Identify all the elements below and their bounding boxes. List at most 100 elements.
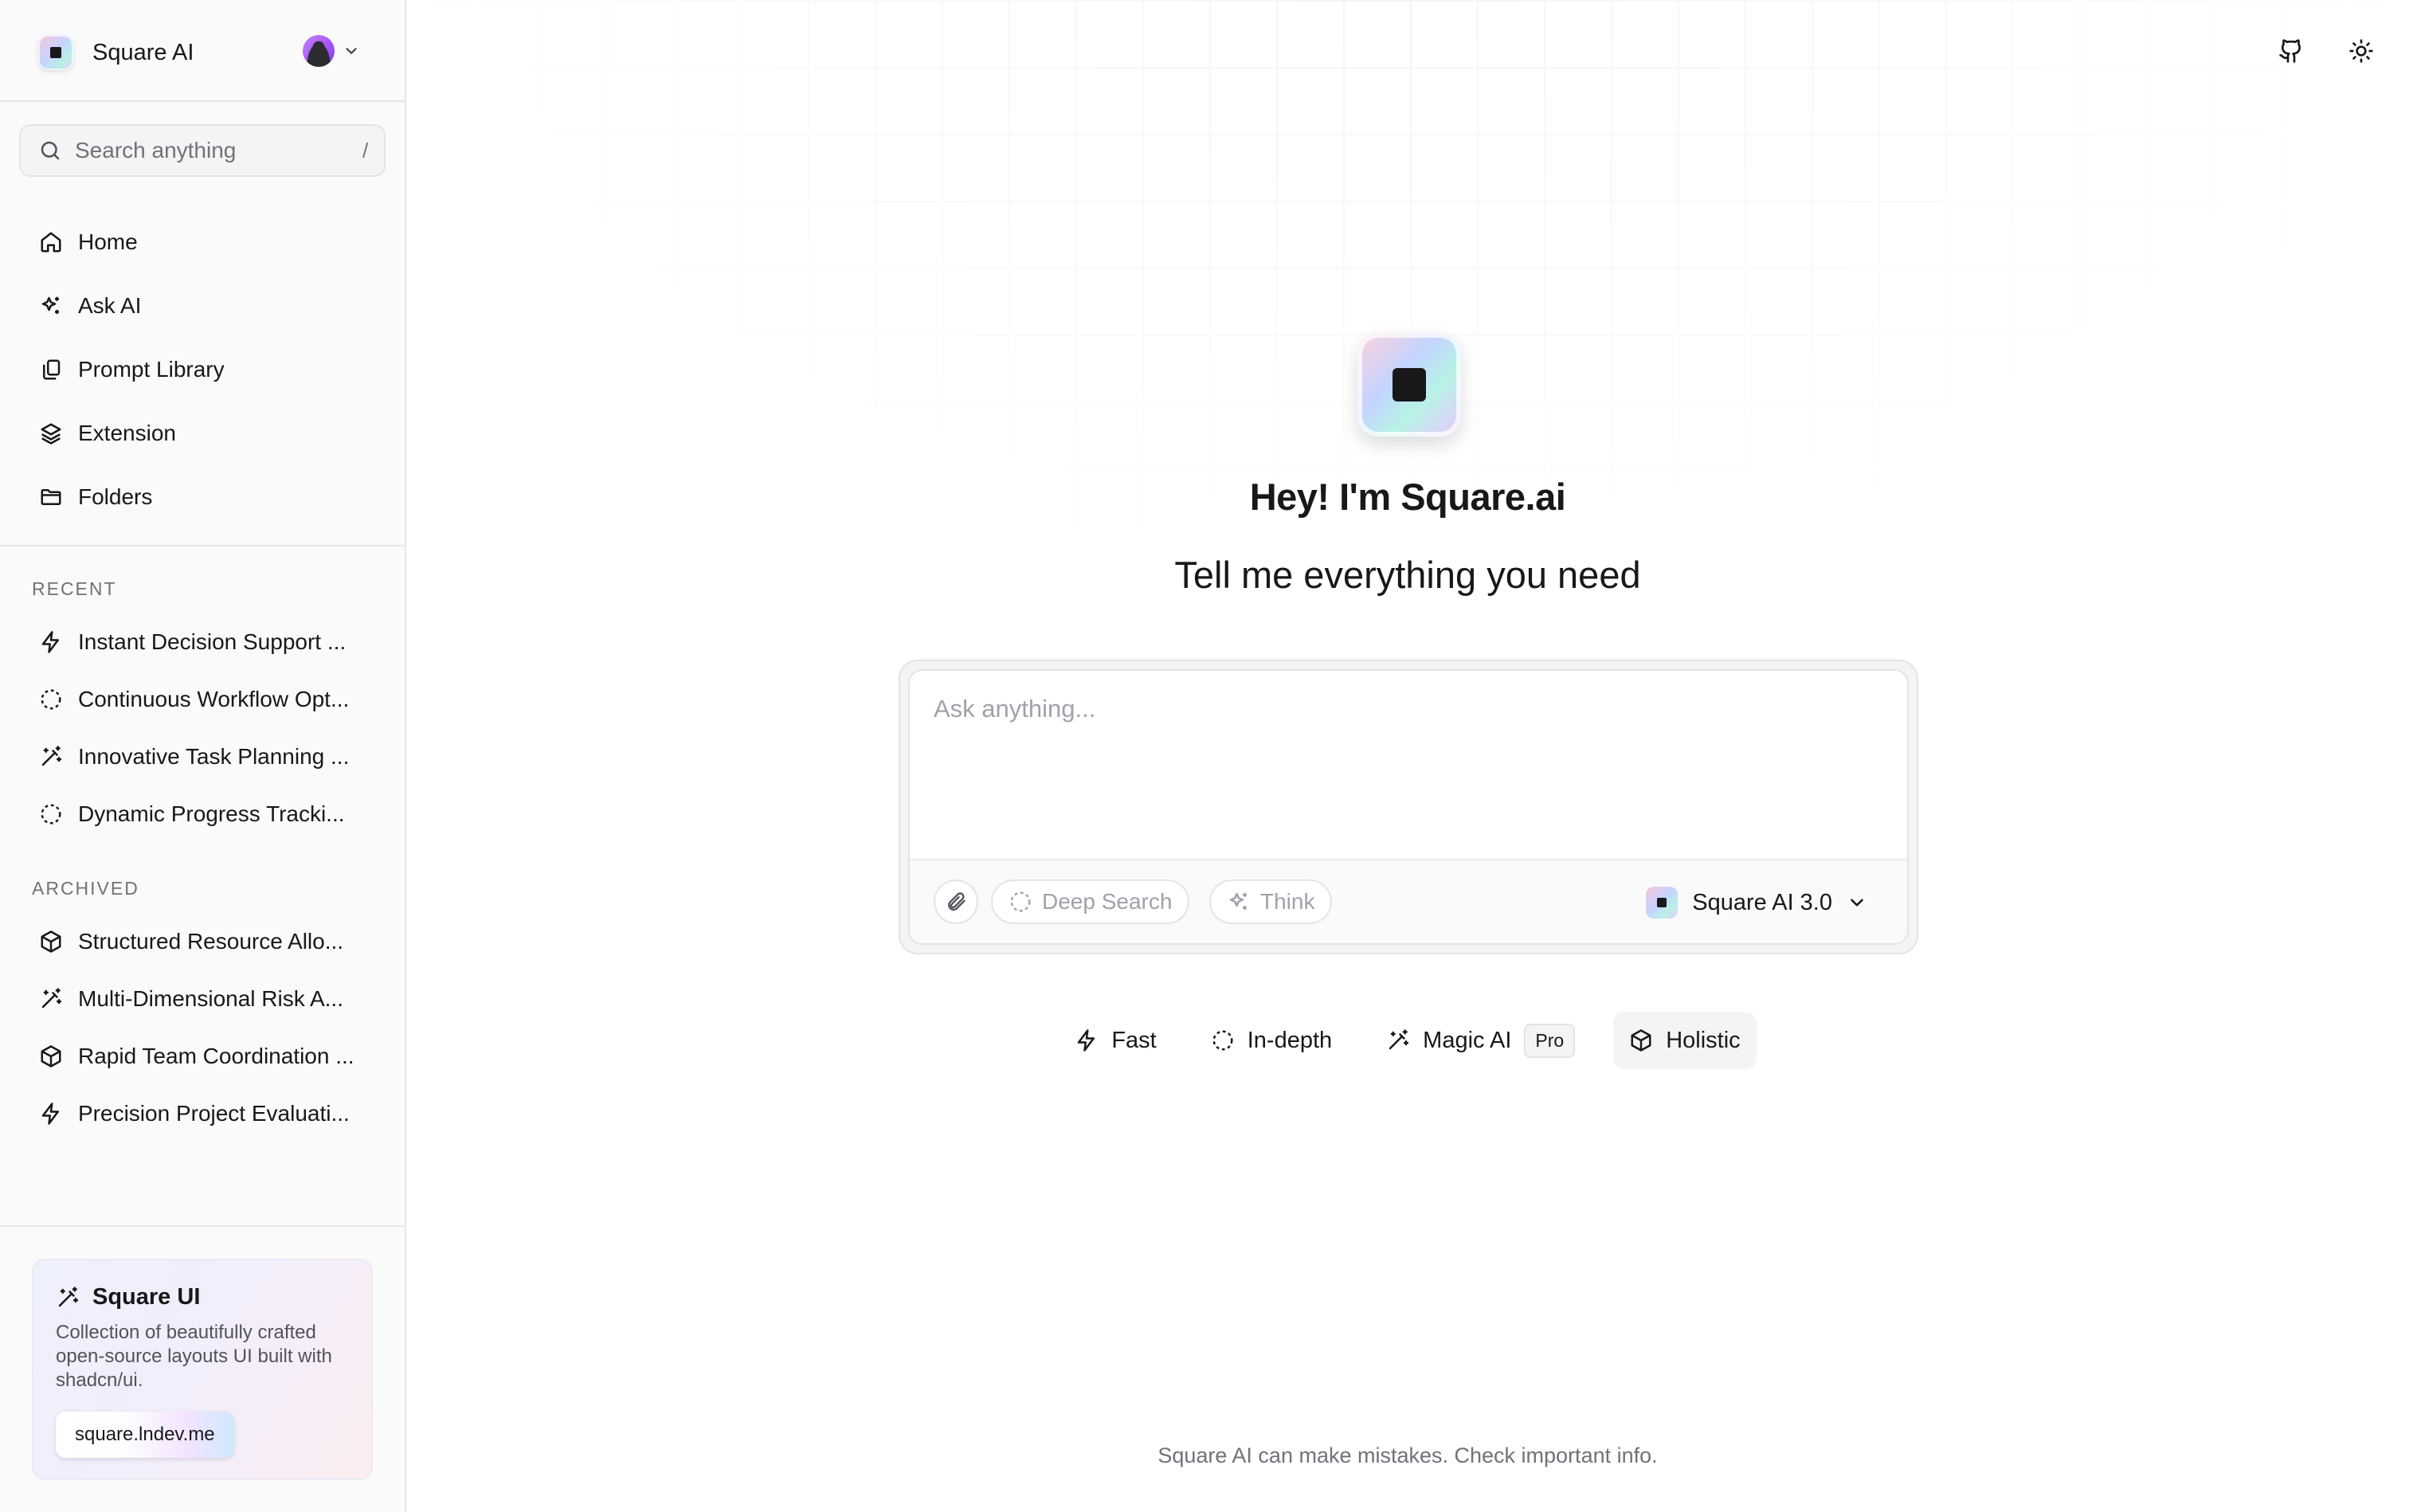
theme-toggle-button[interactable]	[2342, 32, 2380, 70]
disclaimer: Square AI can make mistakes. Check impor…	[1157, 1443, 1658, 1467]
sidebar-header: Square AI	[0, 0, 405, 102]
chevron-down-icon	[1847, 892, 1867, 913]
wand-icon	[56, 1286, 80, 1310]
sun-icon	[2348, 38, 2374, 64]
github-icon	[2278, 38, 2304, 64]
search-icon	[38, 139, 62, 163]
library-icon	[38, 357, 64, 382]
mode-holistic[interactable]: Holistic	[1613, 1012, 1757, 1069]
layers-icon	[38, 421, 64, 446]
archived-item-label: Precision Project Evaluati...	[78, 1101, 350, 1126]
nav-item-prompt-library[interactable]: Prompt Library	[19, 339, 386, 400]
box-icon	[38, 1044, 64, 1069]
search-shortcut: /	[362, 138, 369, 163]
composer-toolbar: Deep Search Think Square AI 3.0	[910, 859, 1907, 943]
recent-item[interactable]: Instant Decision Support ...	[19, 613, 386, 671]
archived-item-label: Rapid Team Coordination ...	[78, 1044, 354, 1068]
recent-item-label: Continuous Workflow Opt...	[78, 687, 350, 711]
archived-item[interactable]: Precision Project Evaluati...	[19, 1085, 386, 1142]
recent-item-label: Dynamic Progress Tracki...	[78, 801, 345, 826]
model-label: Square AI 3.0	[1692, 889, 1832, 915]
nav-item-label: Extension	[78, 421, 176, 445]
brand-name: Square AI	[92, 40, 194, 65]
home-icon	[38, 229, 64, 255]
sidebar: Square AI / Home Ask AI	[0, 0, 406, 1512]
wand-icon	[38, 744, 64, 770]
think-label: Think	[1260, 889, 1315, 914]
loader-circle-icon	[1211, 1028, 1235, 1052]
composer: Deep Search Think Square AI 3.0	[899, 660, 1918, 954]
zap-icon	[38, 629, 64, 655]
mode-label: In-depth	[1247, 1027, 1333, 1053]
sparkles-icon	[38, 293, 64, 319]
brand-logo	[38, 35, 73, 70]
loader-circle-icon	[38, 801, 64, 827]
archived-list: Structured Resource Allo... Multi-Dimens…	[19, 913, 386, 1142]
mode-magic-ai[interactable]: Magic AI Pro	[1370, 1012, 1591, 1069]
nav-item-label: Ask AI	[78, 293, 142, 318]
search-input[interactable]	[75, 138, 362, 163]
recent-heading: RECENT	[32, 578, 117, 599]
recent-item[interactable]: Innovative Task Planning ...	[19, 728, 386, 785]
search-box[interactable]: /	[19, 124, 386, 177]
paperclip-icon	[945, 891, 967, 913]
github-button[interactable]	[2272, 32, 2310, 70]
mode-selector: Fast In-depth Magic AI Pro Holistic	[406, 1012, 2409, 1069]
deep-search-toggle[interactable]: Deep Search	[991, 879, 1190, 924]
divider	[0, 545, 405, 546]
promo-title: Square UI	[56, 1284, 200, 1310]
recent-item-label: Innovative Task Planning ...	[78, 744, 350, 769]
archived-item[interactable]: Structured Resource Allo...	[19, 913, 386, 970]
nav-item-ask-ai[interactable]: Ask AI	[19, 276, 386, 336]
archived-item[interactable]: Multi-Dimensional Risk A...	[19, 970, 386, 1028]
archived-item-label: Multi-Dimensional Risk A...	[78, 986, 343, 1011]
promo-title-text: Square UI	[92, 1284, 201, 1310]
loader-circle-icon	[38, 687, 64, 712]
model-select[interactable]: Square AI 3.0	[1646, 883, 1867, 922]
deep-search-label: Deep Search	[1042, 889, 1173, 914]
pro-badge: Pro	[1524, 1023, 1576, 1058]
recent-item[interactable]: Continuous Workflow Opt...	[19, 671, 386, 728]
loader-circle-icon	[1009, 890, 1032, 914]
prompt-input[interactable]	[934, 695, 1874, 854]
top-actions	[2272, 32, 2380, 70]
hero-title: Hey! I'm Square.ai	[1249, 476, 1566, 518]
promo-description: Collection of beautifully crafted open-s…	[56, 1322, 332, 1391]
model-logo	[1646, 887, 1678, 919]
main-nav: Home Ask AI Prompt Library Extension Fol…	[19, 212, 386, 531]
nav-item-label: Home	[78, 229, 138, 254]
main-panel: Hey! I'm Square.ai Tell me everything yo…	[406, 0, 2409, 1512]
nav-item-folders[interactable]: Folders	[19, 467, 386, 527]
composer-box: Deep Search Think Square AI 3.0	[908, 669, 1909, 945]
promo-link-button[interactable]: square.lndev.me	[56, 1412, 234, 1458]
recent-list: Instant Decision Support ... Continuous …	[19, 613, 386, 843]
archived-heading: ARCHIVED	[32, 878, 139, 899]
archived-item-label: Structured Resource Allo...	[78, 929, 344, 954]
nav-item-home[interactable]: Home	[19, 212, 386, 272]
zap-icon	[38, 1101, 64, 1126]
archived-item[interactable]: Rapid Team Coordination ...	[19, 1028, 386, 1085]
wand-icon	[1386, 1028, 1410, 1052]
chevron-down-icon	[343, 42, 360, 60]
avatar	[303, 35, 335, 67]
nav-item-label: Folders	[78, 484, 153, 509]
mode-label: Fast	[1111, 1027, 1157, 1053]
mode-in-depth[interactable]: In-depth	[1195, 1012, 1348, 1069]
mode-fast[interactable]: Fast	[1059, 1012, 1172, 1069]
divider	[0, 1225, 405, 1227]
promo-card: Square UI Collection of beautifully craf…	[32, 1259, 373, 1480]
mode-label: Magic AI	[1423, 1027, 1512, 1053]
recent-item-label: Instant Decision Support ...	[78, 629, 347, 654]
nav-item-label: Prompt Library	[78, 357, 225, 382]
box-icon	[1629, 1028, 1653, 1052]
sparkles-icon	[1227, 890, 1251, 914]
folder-icon	[38, 484, 64, 510]
attach-button[interactable]	[934, 879, 978, 924]
think-toggle[interactable]: Think	[1209, 879, 1333, 924]
wand-icon	[38, 986, 64, 1012]
hero-subtitle: Tell me everything you need	[1174, 554, 1641, 596]
nav-item-extension[interactable]: Extension	[19, 403, 386, 464]
hero-logo	[1357, 333, 1461, 437]
user-menu[interactable]	[303, 32, 371, 70]
recent-item[interactable]: Dynamic Progress Tracki...	[19, 785, 386, 843]
